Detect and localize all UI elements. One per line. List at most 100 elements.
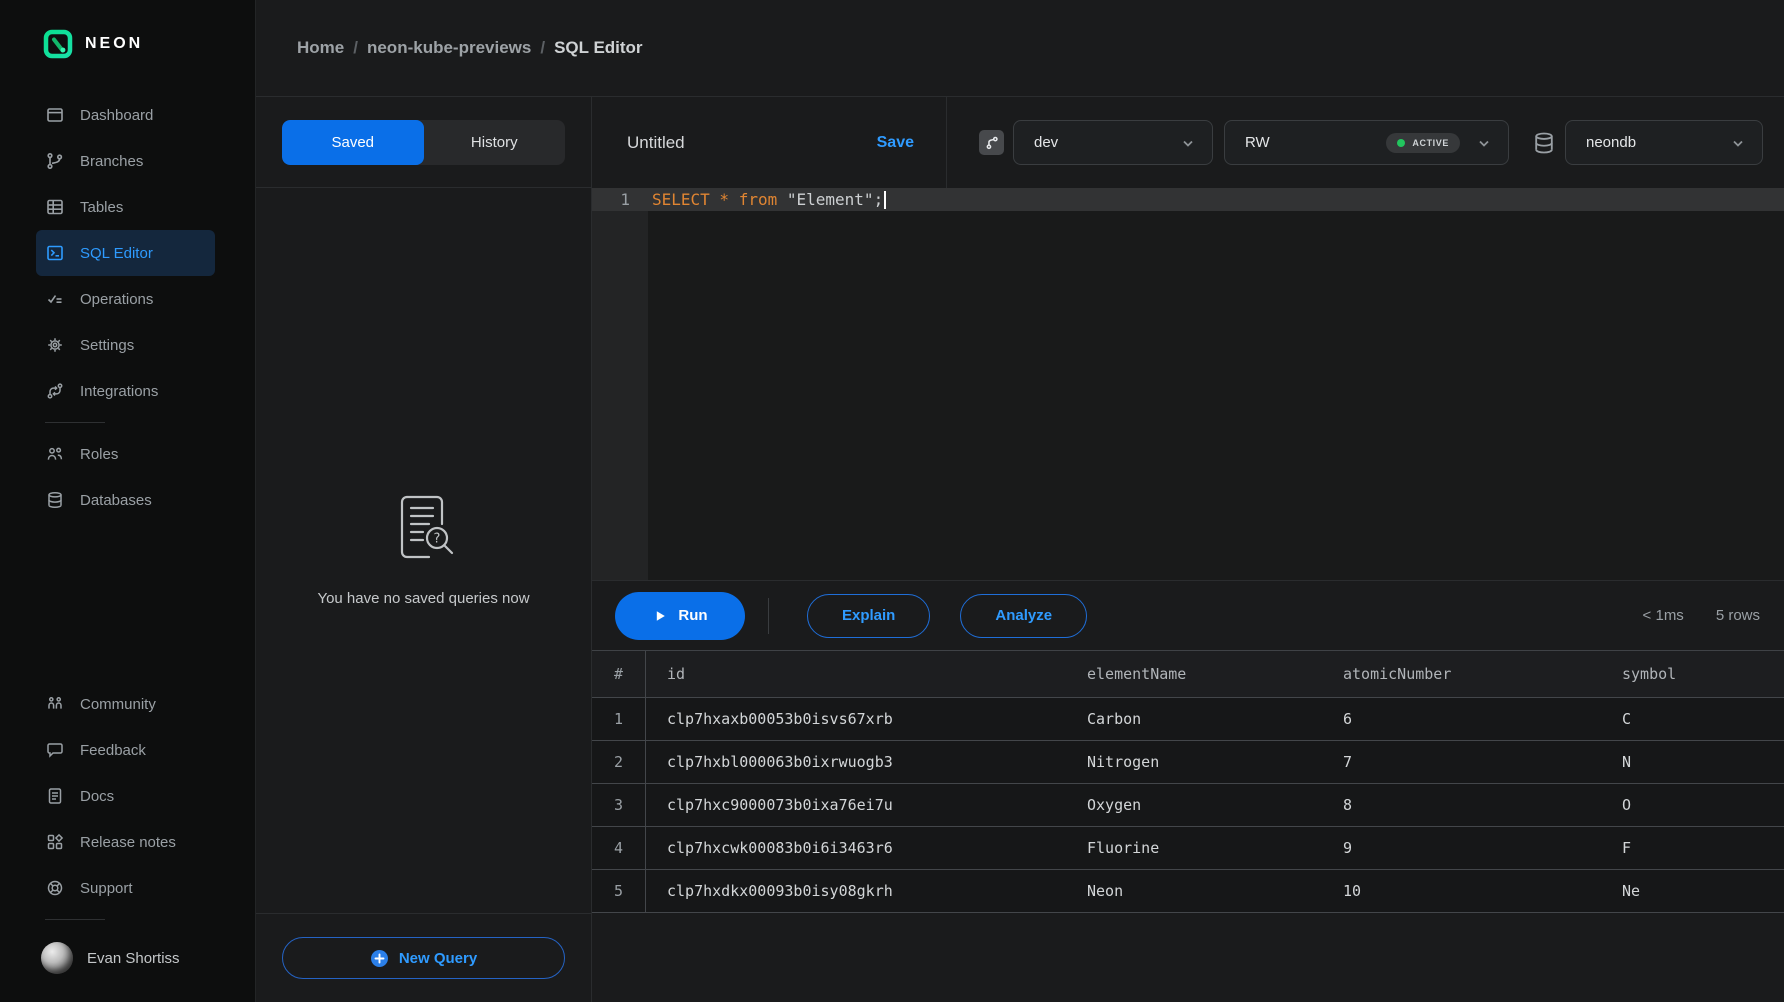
table-row[interactable]: 4 clp7hxcwk00083b0i6i3463r6 Fluorine 9 F bbox=[592, 827, 1784, 870]
new-query-button[interactable]: New Query bbox=[282, 937, 565, 979]
toolbar-divider bbox=[768, 598, 769, 634]
sidebar-item-label: Roles bbox=[80, 446, 118, 463]
svg-text:?: ? bbox=[433, 532, 440, 547]
query-status: < 1ms 5 rows bbox=[1643, 607, 1760, 624]
no-saved-queries-icon: ? bbox=[389, 494, 459, 560]
breadcrumb-project[interactable]: neon-kube-previews bbox=[367, 38, 531, 58]
cell-elementName: Oxygen bbox=[1087, 796, 1343, 814]
sidebar-item-operations[interactable]: Operations bbox=[36, 276, 215, 322]
branch-select[interactable]: dev bbox=[1013, 120, 1213, 165]
breadcrumb: Home / neon-kube-previews / SQL Editor bbox=[256, 0, 1784, 97]
sql-code-text: SELECT * from "Element"; bbox=[648, 190, 886, 210]
sidebar-item-branches[interactable]: Branches bbox=[36, 138, 215, 184]
endpoint-select-value: RW bbox=[1245, 134, 1270, 151]
column-header-id: id bbox=[646, 665, 1087, 683]
sidebar-item-docs[interactable]: Docs bbox=[36, 773, 215, 819]
row-index: 4 bbox=[592, 827, 646, 869]
integrations-icon bbox=[45, 381, 65, 401]
speech-bubble-icon bbox=[45, 740, 65, 760]
git-branch-icon bbox=[45, 151, 65, 171]
empty-state-text: You have no saved queries now bbox=[317, 590, 529, 607]
active-status-dot bbox=[1397, 139, 1405, 147]
row-index: 3 bbox=[592, 784, 646, 826]
editor-toolbar: Untitled Save dev bbox=[592, 97, 1784, 188]
breadcrumb-home[interactable]: Home bbox=[297, 38, 344, 58]
queries-tabs: Saved History bbox=[282, 120, 565, 165]
tab-history[interactable]: History bbox=[424, 120, 566, 165]
dashboard-icon bbox=[45, 105, 65, 125]
user-name: Evan Shortiss bbox=[87, 950, 180, 967]
analyze-button[interactable]: Analyze bbox=[960, 594, 1087, 638]
sidebar-item-dashboard[interactable]: Dashboard bbox=[36, 92, 215, 138]
database-select-value: neondb bbox=[1586, 134, 1636, 151]
cell-atomicNumber: 8 bbox=[1343, 796, 1622, 814]
sidebar-item-community[interactable]: Community bbox=[36, 681, 215, 727]
neon-logo-icon bbox=[43, 29, 73, 59]
sidebar-item-integrations[interactable]: Integrations bbox=[36, 368, 215, 414]
explain-button[interactable]: Explain bbox=[807, 594, 930, 638]
table-header-row: # id elementName atomicNumber symbol bbox=[592, 650, 1784, 698]
user-menu[interactable]: Evan Shortiss bbox=[41, 942, 255, 974]
document-icon bbox=[45, 786, 65, 806]
sidebar-item-feedback[interactable]: Feedback bbox=[36, 727, 215, 773]
column-header-elementName: elementName bbox=[1087, 665, 1343, 683]
sql-string-token: "Element" bbox=[787, 190, 874, 209]
status-badge: ACTIVE bbox=[1386, 133, 1460, 153]
save-button[interactable]: Save bbox=[877, 134, 914, 152]
sidebar-item-tables[interactable]: Tables bbox=[36, 184, 215, 230]
saved-queries-empty-state: ? You have no saved queries now bbox=[256, 188, 591, 913]
sql-keyword-token: SELECT * from bbox=[652, 190, 787, 209]
table-row[interactable]: 1 clp7hxaxb00053b0isvs67xrb Carbon 6 C bbox=[592, 698, 1784, 741]
column-header-index: # bbox=[592, 651, 646, 697]
query-title-section: Untitled Save bbox=[592, 97, 947, 188]
sql-editor-icon bbox=[45, 243, 65, 263]
query-title: Untitled bbox=[627, 133, 685, 153]
plus-circle-icon bbox=[370, 949, 389, 968]
cell-atomicNumber: 7 bbox=[1343, 753, 1622, 771]
sidebar-item-support[interactable]: Support bbox=[36, 865, 215, 911]
cell-id: clp7hxdkx00093b0isy08gkrh bbox=[646, 882, 1087, 900]
content-row: Saved History bbox=[256, 97, 1784, 1002]
database-select[interactable]: neondb bbox=[1565, 120, 1763, 165]
row-index: 2 bbox=[592, 741, 646, 783]
sql-code-editor[interactable]: 1 SELECT * from "Element"; bbox=[592, 188, 1784, 580]
table-row[interactable]: 5 clp7hxdkx00093b0isy08gkrh Neon 10 Ne bbox=[592, 870, 1784, 913]
table-icon bbox=[45, 197, 65, 217]
cell-elementName: Carbon bbox=[1087, 710, 1343, 728]
table-row[interactable]: 3 clp7hxc9000073b0ixa76ei7u Oxygen 8 O bbox=[592, 784, 1784, 827]
sidebar-item-databases[interactable]: Databases bbox=[36, 477, 215, 523]
sidebar-item-label: Docs bbox=[80, 788, 114, 805]
editor-gutter bbox=[592, 188, 648, 580]
cell-elementName: Nitrogen bbox=[1087, 753, 1343, 771]
sidebar-item-settings[interactable]: Settings bbox=[36, 322, 215, 368]
sidebar-item-roles[interactable]: Roles bbox=[36, 431, 215, 477]
new-query-label: New Query bbox=[399, 950, 477, 967]
tab-saved[interactable]: Saved bbox=[282, 120, 424, 165]
database-cylinder-icon bbox=[1531, 130, 1557, 156]
cell-atomicNumber: 10 bbox=[1343, 882, 1622, 900]
sidebar-item-label: Support bbox=[80, 880, 133, 897]
endpoint-select[interactable]: RW ACTIVE bbox=[1224, 120, 1509, 165]
line-number: 1 bbox=[592, 190, 648, 209]
life-ring-icon bbox=[45, 878, 65, 898]
table-row[interactable]: 2 clp7hxbl000063b0ixrwuogb3 Nitrogen 7 N bbox=[592, 741, 1784, 784]
text-cursor bbox=[884, 191, 886, 209]
cell-atomicNumber: 9 bbox=[1343, 839, 1622, 857]
sidebar-item-sql-editor[interactable]: SQL Editor bbox=[36, 230, 215, 276]
community-icon bbox=[45, 694, 65, 714]
neon-logo[interactable]: NEON bbox=[43, 28, 255, 60]
sidebar-nav: Dashboard Branches Tables SQL Editor bbox=[0, 92, 255, 523]
results-toolbar: Run Explain Analyze < 1ms 5 rows bbox=[592, 580, 1784, 650]
connection-selectors: dev RW ACTIVE bbox=[947, 97, 1784, 188]
column-header-atomicNumber: atomicNumber bbox=[1343, 665, 1622, 683]
sidebar-item-release-notes[interactable]: Release notes bbox=[36, 819, 215, 865]
play-icon bbox=[652, 608, 668, 624]
chevron-down-icon bbox=[1728, 133, 1748, 153]
branch-select-value: dev bbox=[1034, 134, 1058, 151]
cell-atomicNumber: 6 bbox=[1343, 710, 1622, 728]
editor-pane: Untitled Save dev bbox=[592, 97, 1784, 1002]
neon-wordmark: NEON bbox=[85, 35, 143, 53]
cell-symbol: C bbox=[1622, 710, 1784, 728]
run-button[interactable]: Run bbox=[615, 592, 745, 640]
cell-id: clp7hxcwk00083b0i6i3463r6 bbox=[646, 839, 1087, 857]
